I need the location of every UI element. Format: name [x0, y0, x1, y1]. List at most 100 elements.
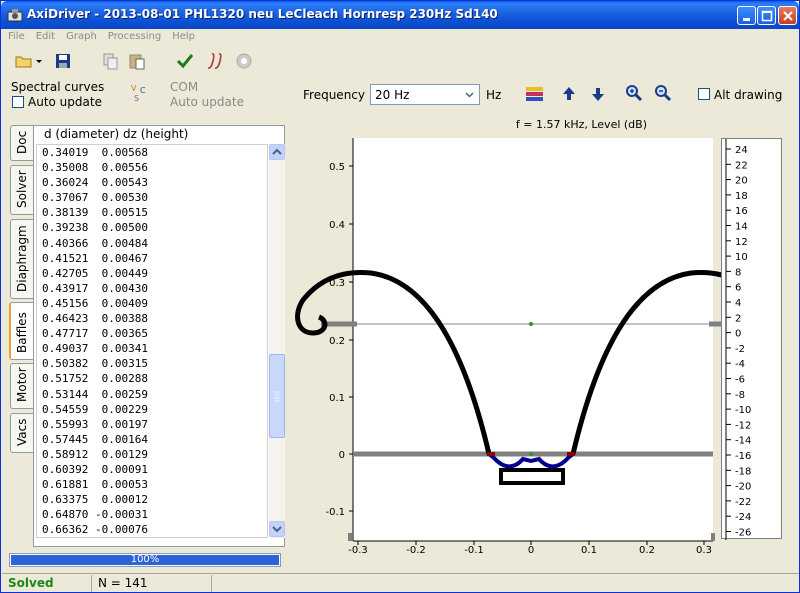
- frequency-label: Frequency: [303, 88, 365, 102]
- menu-graph[interactable]: Graph: [60, 29, 102, 42]
- close-button[interactable]: [778, 6, 797, 25]
- menu-help[interactable]: Help: [166, 29, 200, 42]
- list-row[interactable]: 0.39238 0.00500: [37, 220, 267, 235]
- x-max-handle[interactable]: [711, 533, 715, 541]
- x-tick-label: -0.2: [406, 545, 426, 555]
- list-scrollbar[interactable]: [269, 144, 285, 538]
- list-row[interactable]: 0.38139 0.00515: [37, 205, 267, 220]
- list-row[interactable]: 0.51752 0.00288: [37, 371, 267, 386]
- list-row[interactable]: 0.63375 0.00012: [37, 492, 267, 507]
- list-row[interactable]: 0.60392 0.00091: [37, 462, 267, 477]
- scale-tick-label: 0: [735, 329, 741, 340]
- tab-motor-label: Motor: [15, 367, 29, 402]
- list-row[interactable]: 0.36024 0.00543: [37, 175, 267, 190]
- copy-icon[interactable]: [100, 51, 120, 71]
- scale-tick-label: 8: [735, 267, 741, 278]
- title-bar[interactable]: AxiDriver - 2013-08-01 PHL1320 neu LeCle…: [1, 1, 799, 29]
- dropdown-arrow-icon[interactable]: [34, 51, 44, 71]
- list-row[interactable]: 0.58912 0.00129: [37, 447, 267, 462]
- arrow-up-icon[interactable]: [561, 85, 577, 103]
- flag-icon[interactable]: [525, 85, 545, 103]
- list-row[interactable]: 0.67843 -0.00122: [37, 537, 267, 538]
- com-label[interactable]: COM: [170, 80, 198, 94]
- list-row[interactable]: 0.43917 0.00430: [37, 281, 267, 296]
- scale-tick-label: -8: [735, 390, 745, 401]
- scale-tick-label: 6: [735, 283, 741, 294]
- list-row[interactable]: 0.55993 0.00197: [37, 417, 267, 432]
- menu-edit[interactable]: Edit: [30, 29, 60, 42]
- minimize-button[interactable]: [737, 6, 756, 25]
- scale-tick-label: -14: [735, 436, 751, 447]
- maximize-button[interactable]: [757, 6, 776, 25]
- list-row[interactable]: 0.53144 0.00259: [37, 387, 267, 402]
- list-row[interactable]: 0.61881 0.00053: [37, 477, 267, 492]
- status-bar: Solved N = 141: [2, 573, 799, 592]
- baffle-profile-list[interactable]: 0.34019 0.00568 0.35008 0.00556 0.36024 0.…: [36, 144, 268, 538]
- list-row[interactable]: 0.46423 0.00388: [37, 311, 267, 326]
- point-count: N = 141: [92, 575, 212, 592]
- list-row[interactable]: 0.47717 0.00365: [37, 326, 267, 341]
- check-icon[interactable]: [175, 51, 195, 71]
- tab-diaphragm[interactable]: Diaphragm: [10, 219, 34, 299]
- open-folder-icon[interactable]: [14, 51, 34, 71]
- graph-area[interactable]: f = 1.57 kHz, Level (dB) 0.5 0.4 0.3 0.2 0.1…: [291, 115, 721, 555]
- tab-motor[interactable]: Motor: [10, 363, 34, 409]
- svg-text:S: S: [134, 94, 139, 103]
- scale-tick-label: 20: [735, 176, 748, 187]
- save-icon[interactable]: [53, 51, 73, 71]
- list-row[interactable]: 0.37067 0.00530: [37, 190, 267, 205]
- menu-file[interactable]: File: [2, 29, 30, 42]
- tab-solver[interactable]: Solver: [10, 165, 34, 215]
- y-tick-label: 0.4: [329, 220, 345, 231]
- menu-processing[interactable]: Processing: [102, 29, 166, 42]
- target-icon[interactable]: [234, 51, 254, 71]
- integral-icon[interactable]: [205, 51, 225, 71]
- scale-tick-label: 24: [735, 145, 748, 156]
- zoom-in-icon[interactable]: [625, 84, 643, 102]
- list-row[interactable]: 0.41521 0.00467: [37, 251, 267, 266]
- tab-baffles[interactable]: Baffles: [9, 302, 35, 360]
- scroll-up-button[interactable]: [269, 144, 285, 160]
- list-row[interactable]: 0.54559 0.00229: [37, 402, 267, 417]
- side-tabs: Doc Solver Diaphragm Baffles Motor Vacs: [9, 125, 35, 485]
- chevron-down-icon[interactable]: [461, 86, 478, 103]
- scale-tick-label: 12: [735, 237, 748, 248]
- list-row[interactable]: 0.66362 -0.00076: [37, 522, 267, 537]
- list-row[interactable]: 0.57445 0.00164: [37, 432, 267, 447]
- tab-doc-label: Doc: [15, 130, 29, 154]
- list-row[interactable]: 0.42705 0.00449: [37, 266, 267, 281]
- list-row[interactable]: 0.64870 -0.00031: [37, 507, 267, 522]
- scroll-thumb[interactable]: [269, 354, 285, 438]
- frequency-select[interactable]: 20 Hz: [370, 84, 480, 105]
- x-tick-label: -0.1: [464, 545, 484, 555]
- x-tick-label: 0: [528, 545, 534, 555]
- list-row[interactable]: 0.49037 0.00341: [37, 341, 267, 356]
- grip-icon: [274, 391, 280, 402]
- x-min-handle[interactable]: [348, 533, 352, 541]
- zoom-out-icon[interactable]: [654, 84, 672, 102]
- vcs-icon[interactable]: V C S: [129, 82, 151, 104]
- list-row[interactable]: 0.50382 0.00315: [37, 356, 267, 371]
- tab-doc[interactable]: Doc: [10, 125, 34, 161]
- arrow-down-icon[interactable]: [590, 85, 606, 103]
- window-title: AxiDriver - 2013-08-01 PHL1320 neu LeCle…: [27, 7, 498, 21]
- tab-vacs[interactable]: Vacs: [10, 413, 34, 453]
- level-scale: 24 22 20 18 16 14 12 10 8 6 4 2 0 -2 -4 -6 -8 -10 -12 -14 -1…: [721, 138, 782, 540]
- list-row[interactable]: 0.35008 0.00556: [37, 160, 267, 175]
- toolbar: [2, 47, 799, 75]
- scroll-down-button[interactable]: [269, 521, 285, 537]
- list-row[interactable]: 0.40366 0.00484: [37, 236, 267, 251]
- alt-drawing-checkbox[interactable]: [698, 88, 710, 100]
- auto-update-checkbox[interactable]: [12, 96, 24, 108]
- com-auto-update-label[interactable]: Auto update: [170, 95, 244, 109]
- alt-drawing-label[interactable]: Alt drawing: [714, 88, 782, 102]
- paste-icon[interactable]: [127, 51, 147, 71]
- plot-background: [353, 138, 713, 541]
- auto-update-label[interactable]: Auto update: [28, 95, 102, 109]
- list-row[interactable]: 0.45156 0.00409: [37, 296, 267, 311]
- y-tick-group: 0.50.40.30.20.10-0.1: [325, 162, 353, 518]
- x-tick-label: 0.1: [581, 545, 597, 555]
- list-row[interactable]: 0.34019 0.00568: [37, 145, 267, 160]
- x-tick-label: 0.3: [696, 545, 712, 555]
- level-scale-axis: 242220181614121086420-2-4-6-8-10-12-14-1…: [725, 139, 751, 540]
